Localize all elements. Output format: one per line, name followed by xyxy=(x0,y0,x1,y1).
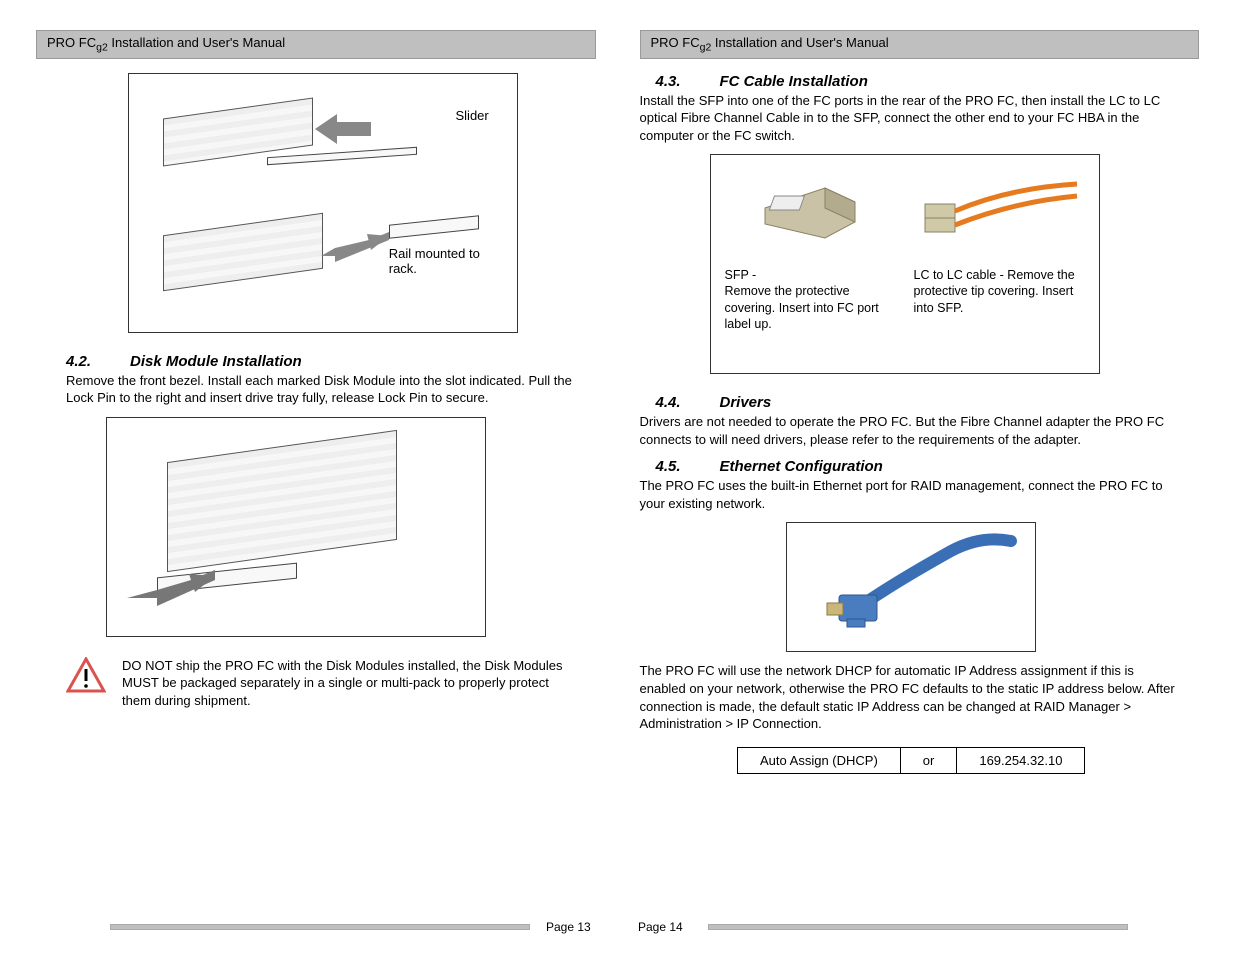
sec43-body: Install the SFP into one of the FC ports… xyxy=(640,92,1184,145)
lc-caption: LC to LC cable - Remove the protective t… xyxy=(914,267,1085,316)
figure-fc-cable: SFP - Remove the protective covering. In… xyxy=(710,154,1100,374)
warning-icon xyxy=(66,657,106,693)
sec45-body2: The PRO FC will use the network DHCP for… xyxy=(640,662,1184,732)
sec42-title: Disk Module Installation xyxy=(130,353,302,370)
footer-bar-left xyxy=(110,924,530,930)
header-title-suffix-r: Installation and User's Manual xyxy=(711,35,888,50)
ethernet-cable-icon xyxy=(801,533,1021,639)
warning-row: DO NOT ship the PRO FC with the Disk Mod… xyxy=(66,657,580,710)
sfp-caption: SFP - Remove the protective covering. In… xyxy=(725,267,896,332)
caption-rail: Rail mounted to rack. xyxy=(389,246,489,276)
header-title-sub: g2 xyxy=(96,42,108,54)
sec44-body: Drivers are not needed to operate the PR… xyxy=(640,413,1184,448)
sec42-body: Remove the front bezel. Install each mar… xyxy=(66,372,580,407)
heading-4-2: 4.2.Disk Module Installation xyxy=(66,353,580,370)
ip-or-cell: or xyxy=(900,747,957,773)
sec45-title: Ethernet Configuration xyxy=(720,458,883,475)
figure-slider-rail: Slider Rail mounted to rack. xyxy=(128,73,518,333)
sec45-body1: The PRO FC uses the built-in Ethernet po… xyxy=(640,477,1184,512)
arrow-rail-icon xyxy=(321,230,391,270)
ip-static-cell: 169.254.32.10 xyxy=(957,747,1085,773)
header-title-prefix: PRO FC xyxy=(47,35,96,50)
arrow-disk-icon xyxy=(127,568,217,608)
page-left: PRO FCg2 Installation and User's Manual … xyxy=(36,30,596,788)
warning-text: DO NOT ship the PRO FC with the Disk Mod… xyxy=(122,657,580,710)
heading-4-5: 4.5.Ethernet Configuration xyxy=(656,458,1184,475)
page-number-right: Page 14 xyxy=(638,920,683,934)
header-title-suffix: Installation and User's Manual xyxy=(108,35,285,50)
lc-cable-image xyxy=(914,165,1085,261)
sec44-title: Drivers xyxy=(720,394,772,411)
header-title-prefix-r: PRO FC xyxy=(651,35,700,50)
page-number-left: Page 13 xyxy=(546,920,591,934)
sec43-title: FC Cable Installation xyxy=(720,73,868,90)
sec43-num: 4.3. xyxy=(656,73,720,90)
heading-4-4: 4.4.Drivers xyxy=(656,394,1184,411)
sfp-image xyxy=(725,165,896,261)
header-left: PRO FCg2 Installation and User's Manual xyxy=(36,30,596,59)
heading-4-3: 4.3.FC Cable Installation xyxy=(656,73,1184,90)
figure-disk-module xyxy=(106,417,486,637)
caption-slider: Slider xyxy=(456,108,489,123)
page-right: PRO FCg2 Installation and User's Manual … xyxy=(640,30,1200,788)
header-right: PRO FCg2 Installation and User's Manual xyxy=(640,30,1200,59)
ip-address-table: Auto Assign (DHCP) or 169.254.32.10 xyxy=(737,747,1085,774)
header-title-sub-r: g2 xyxy=(700,42,712,54)
sec42-num: 4.2. xyxy=(66,353,130,370)
figure-ethernet-cable xyxy=(786,522,1036,652)
footer-bar-right xyxy=(708,924,1128,930)
arrow-slider-icon xyxy=(315,106,375,152)
sec44-num: 4.4. xyxy=(656,394,720,411)
sec45-num: 4.5. xyxy=(656,458,720,475)
ip-dhcp-cell: Auto Assign (DHCP) xyxy=(738,747,901,773)
